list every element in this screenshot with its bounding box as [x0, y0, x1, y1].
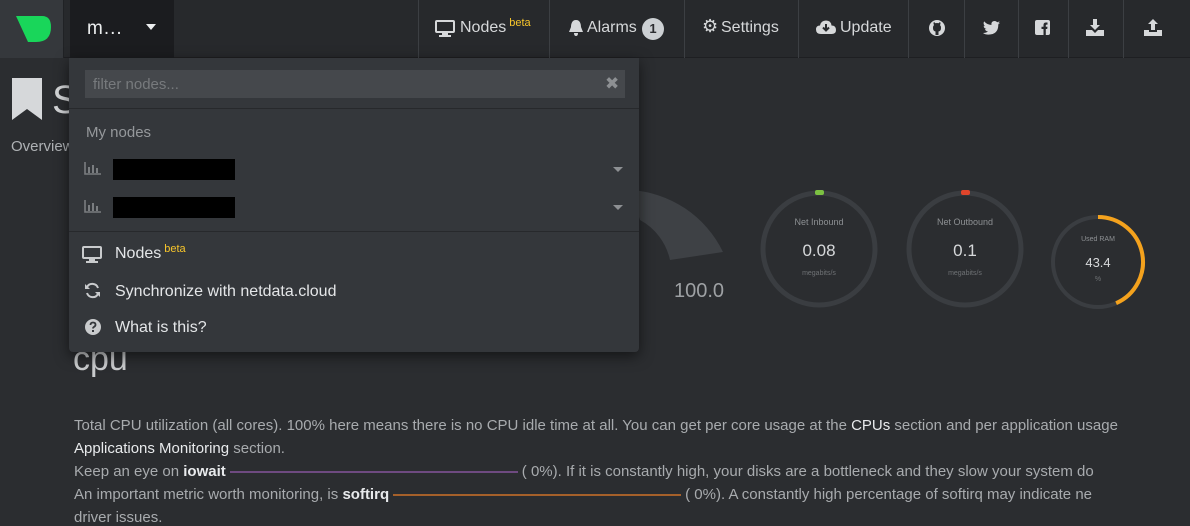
- facebook-icon: [1035, 20, 1050, 35]
- dial-title: Net Outbound: [936, 217, 994, 227]
- settings-label: Settings: [721, 19, 779, 36]
- alarms-label: Alarms: [587, 19, 637, 36]
- dial-value: 0.08: [802, 241, 836, 260]
- net-outbound-dial: Net Outbound 0.1 megabits/s: [904, 188, 1026, 310]
- net-inbound-dial: Net Inbound 0.08 megabits/s: [758, 188, 880, 310]
- cpu-description: Total CPU utilization (all cores). 100% …: [74, 414, 1190, 526]
- desc-text: Keep an eye on: [74, 463, 184, 480]
- softirq-sparkline: [393, 494, 682, 497]
- upload-icon: [1144, 19, 1162, 36]
- chevron-down-icon[interactable]: [613, 167, 623, 172]
- download-icon: [1086, 19, 1104, 36]
- desc-text: Total CPU utilization (all cores). 100% …: [74, 417, 852, 434]
- desc-text: An important metric worth monitoring, is: [74, 486, 343, 503]
- iowait-label: iowait: [183, 463, 226, 480]
- menu-nodes-label: Nodes: [115, 245, 162, 262]
- desc-text: section and per application usage: [890, 417, 1118, 434]
- github-icon: [929, 20, 945, 36]
- download-button[interactable]: [1068, 0, 1123, 58]
- netdata-dashboard: S Overview 100.0 Net Inbound 0.08 megabi…: [0, 0, 1190, 526]
- monitor-icon: [435, 20, 455, 37]
- divider: [69, 108, 639, 109]
- chevron-down-icon: [146, 24, 156, 30]
- dial-unit: megabits/s: [802, 270, 836, 277]
- alarms-button[interactable]: Alarms 1: [549, 0, 684, 58]
- filter-nodes-input[interactable]: [85, 70, 625, 98]
- menu-sync-label: Synchronize with netdata.cloud: [115, 283, 337, 300]
- dial-title: Used RAM: [1081, 236, 1115, 243]
- upload-button[interactable]: [1123, 0, 1190, 58]
- facebook-button[interactable]: [1018, 0, 1068, 58]
- nodes-nav-label: Nodes: [460, 19, 507, 36]
- update-button[interactable]: Update: [798, 0, 908, 58]
- divider: [69, 231, 639, 232]
- gear-icon: ⚙: [702, 16, 719, 36]
- dial-value: 43.4: [1085, 255, 1111, 270]
- cloud-download-icon: [816, 20, 836, 34]
- redacted-node-name: [113, 159, 235, 180]
- host-dropdown-menu: ✖ My nodes: [69, 58, 639, 352]
- top-navbar: m... Nodes beta Alarms 1 ⚙ Settings Upda…: [0, 0, 1190, 58]
- cpu-gauge-value: 100.0: [674, 280, 725, 302]
- desc-text: ( 0%). A constantly high percentage of s…: [685, 486, 1093, 503]
- github-button[interactable]: [908, 0, 964, 58]
- bell-icon: [569, 20, 583, 36]
- menu-item-what-is-this[interactable]: What is this?: [69, 312, 639, 346]
- dial-value: 0.1: [953, 241, 977, 260]
- netdata-logo[interactable]: [0, 0, 64, 58]
- nodes-nav-button[interactable]: Nodes beta: [418, 0, 549, 58]
- softirq-label: softirq: [342, 486, 390, 503]
- beta-badge: beta: [164, 243, 186, 255]
- used-ram-dial: Used RAM 43.4 %: [1050, 214, 1146, 310]
- refresh-icon: [85, 282, 100, 299]
- desc-text: section.: [229, 440, 285, 457]
- host-menu-toggle[interactable]: m...: [70, 0, 174, 58]
- chart-icon: [84, 200, 101, 213]
- dial-unit: megabits/s: [948, 270, 982, 277]
- host-name: m...: [87, 18, 123, 39]
- bookmark-icon: [12, 78, 42, 120]
- menu-what-label: What is this?: [115, 319, 207, 336]
- question-circle-icon: [85, 319, 101, 335]
- cpus-link[interactable]: CPUs: [851, 417, 890, 434]
- netdata-logo-icon: [16, 16, 51, 42]
- overview-label[interactable]: Overview: [11, 138, 74, 155]
- my-nodes-header: My nodes: [86, 124, 152, 141]
- dial-title: Net Inbound: [794, 217, 844, 227]
- chevron-down-icon[interactable]: [613, 205, 623, 210]
- chart-icon: [84, 162, 101, 175]
- redacted-node-name: [113, 197, 235, 218]
- monitor-icon: [82, 246, 102, 263]
- alarms-count-badge: 1: [642, 18, 664, 40]
- desc-text: driver issues.: [74, 509, 163, 526]
- menu-item-nodes[interactable]: Nodes beta: [69, 238, 639, 272]
- menu-item-synchronize[interactable]: Synchronize with netdata.cloud: [69, 276, 639, 310]
- node-item[interactable]: [69, 155, 639, 187]
- desc-text: ( 0%). If it is constantly high, your di…: [521, 463, 1094, 480]
- applications-monitoring-link[interactable]: Applications Monitoring: [74, 440, 229, 457]
- dial-unit: %: [1094, 276, 1102, 283]
- twitter-icon: [983, 21, 1000, 35]
- node-item[interactable]: [69, 193, 639, 225]
- update-label: Update: [840, 19, 892, 36]
- clear-filter-icon[interactable]: ✖: [605, 74, 619, 94]
- beta-badge: beta: [509, 17, 531, 29]
- iowait-sparkline: [229, 471, 518, 474]
- twitter-button[interactable]: [964, 0, 1018, 58]
- settings-button[interactable]: ⚙ Settings: [684, 0, 798, 58]
